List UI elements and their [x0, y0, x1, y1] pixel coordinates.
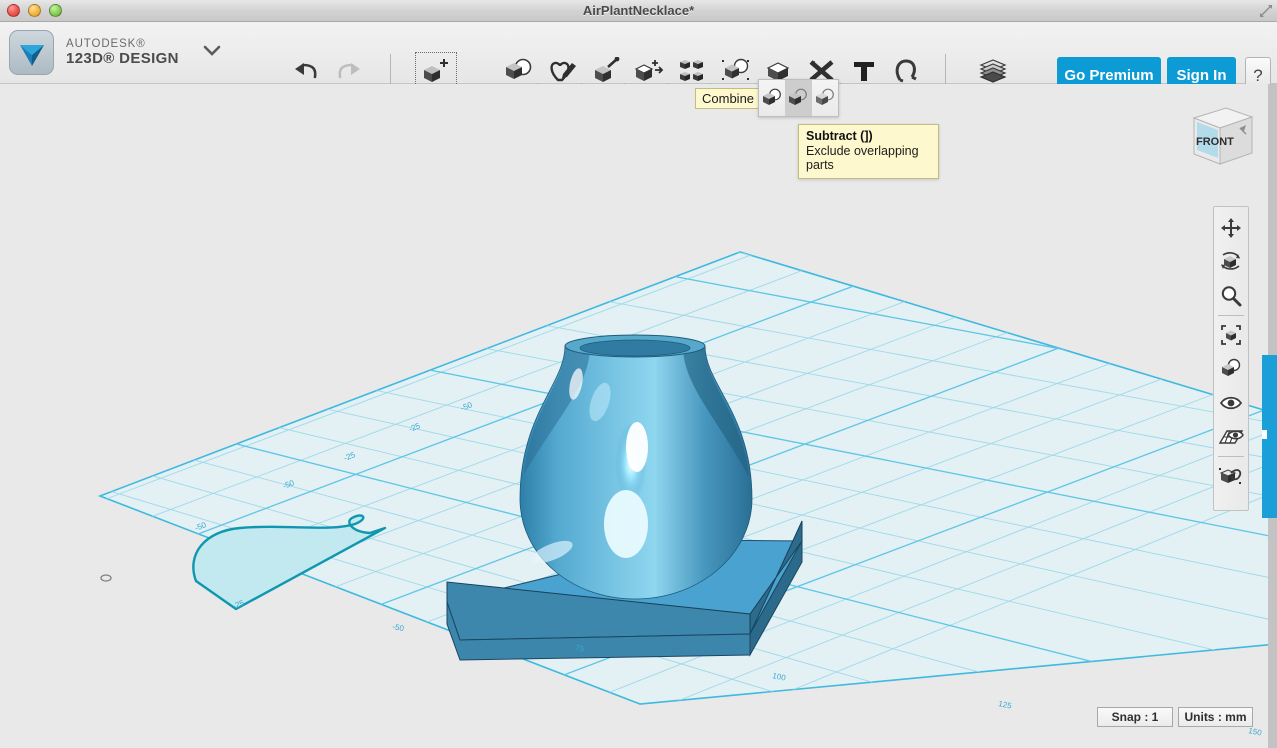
nav-divider	[1218, 315, 1244, 316]
toolbar-separator	[945, 54, 946, 88]
cube-union-icon	[763, 88, 782, 105]
svg-text:150: 150	[1248, 726, 1263, 737]
scrollbar-notch	[1262, 430, 1267, 439]
combine-flyout	[758, 79, 839, 117]
autodesk-logo-icon	[9, 30, 54, 75]
cube-brackets-icon	[1221, 325, 1241, 345]
nav-visibility[interactable]	[1215, 386, 1247, 420]
navigation-bar	[1213, 206, 1249, 511]
nav-fit[interactable]	[1215, 318, 1247, 352]
cube-orbit-icon	[1221, 252, 1240, 270]
svg-text:125: 125	[998, 699, 1013, 710]
application-window: AirPlantNecklace* AUTODESK® 123D® DESIGN	[0, 0, 1277, 748]
snap-status[interactable]: Snap : 1	[1097, 707, 1173, 727]
origin-marker	[100, 574, 112, 582]
flyout-subtract[interactable]	[785, 80, 812, 116]
tooltip-description: Exclude overlapping parts	[806, 144, 919, 172]
four-arrows-icon	[1221, 218, 1241, 238]
brand-line-1: AUTODESK®	[66, 38, 146, 51]
brand-text: AUTODESK® 123D® DESIGN	[66, 38, 179, 67]
tooltip-title: Subtract (])	[806, 129, 873, 143]
3d-viewport[interactable]: -50 -25 -50 -25 -25 -50 -50 75 100 125 1…	[0, 84, 1277, 748]
flyout-intersect[interactable]	[812, 80, 838, 116]
cube-subtract-icon	[789, 88, 808, 105]
nav-divider	[1218, 456, 1244, 457]
brand-block[interactable]: AUTODESK® 123D® DESIGN	[9, 30, 223, 75]
resize-corner-icon[interactable]	[1258, 3, 1274, 19]
nav-orbit[interactable]	[1215, 245, 1247, 279]
eye-icon	[1219, 396, 1243, 410]
nav-view-object[interactable]	[1215, 352, 1247, 386]
window-title: AirPlantNecklace*	[582, 3, 695, 18]
flyout-merge[interactable]	[759, 80, 785, 116]
nav-grid-snap[interactable]	[1215, 420, 1247, 454]
nav-measure-snap[interactable]	[1215, 459, 1247, 493]
combine-group-label: Combine	[695, 88, 762, 109]
title-bar: AirPlantNecklace*	[0, 0, 1277, 22]
svg-text:-50: -50	[392, 622, 406, 633]
chevron-down-icon[interactable]	[201, 43, 223, 62]
nav-pan[interactable]	[1215, 211, 1247, 245]
main-toolbar: AUTODESK® 123D® DESIGN Go Premium Sign I…	[0, 22, 1277, 94]
cube-intersect-icon	[815, 88, 834, 105]
magnifier-icon	[1221, 286, 1242, 307]
brand-line-2: 123D® DESIGN	[66, 49, 179, 67]
toolbar-separator	[390, 54, 391, 88]
view-cube-face-label: FRONT	[1196, 136, 1234, 148]
cube-sphere-icon	[1222, 358, 1241, 376]
units-status[interactable]: Units : mm	[1178, 707, 1253, 727]
subtract-tooltip: Subtract (]) Exclude overlapping parts	[798, 124, 939, 179]
cube-tag-icon	[1219, 468, 1242, 484]
nav-zoom[interactable]	[1215, 279, 1247, 313]
grid-eye-icon	[1218, 430, 1244, 444]
view-cube[interactable]: FRONT	[1182, 98, 1260, 178]
